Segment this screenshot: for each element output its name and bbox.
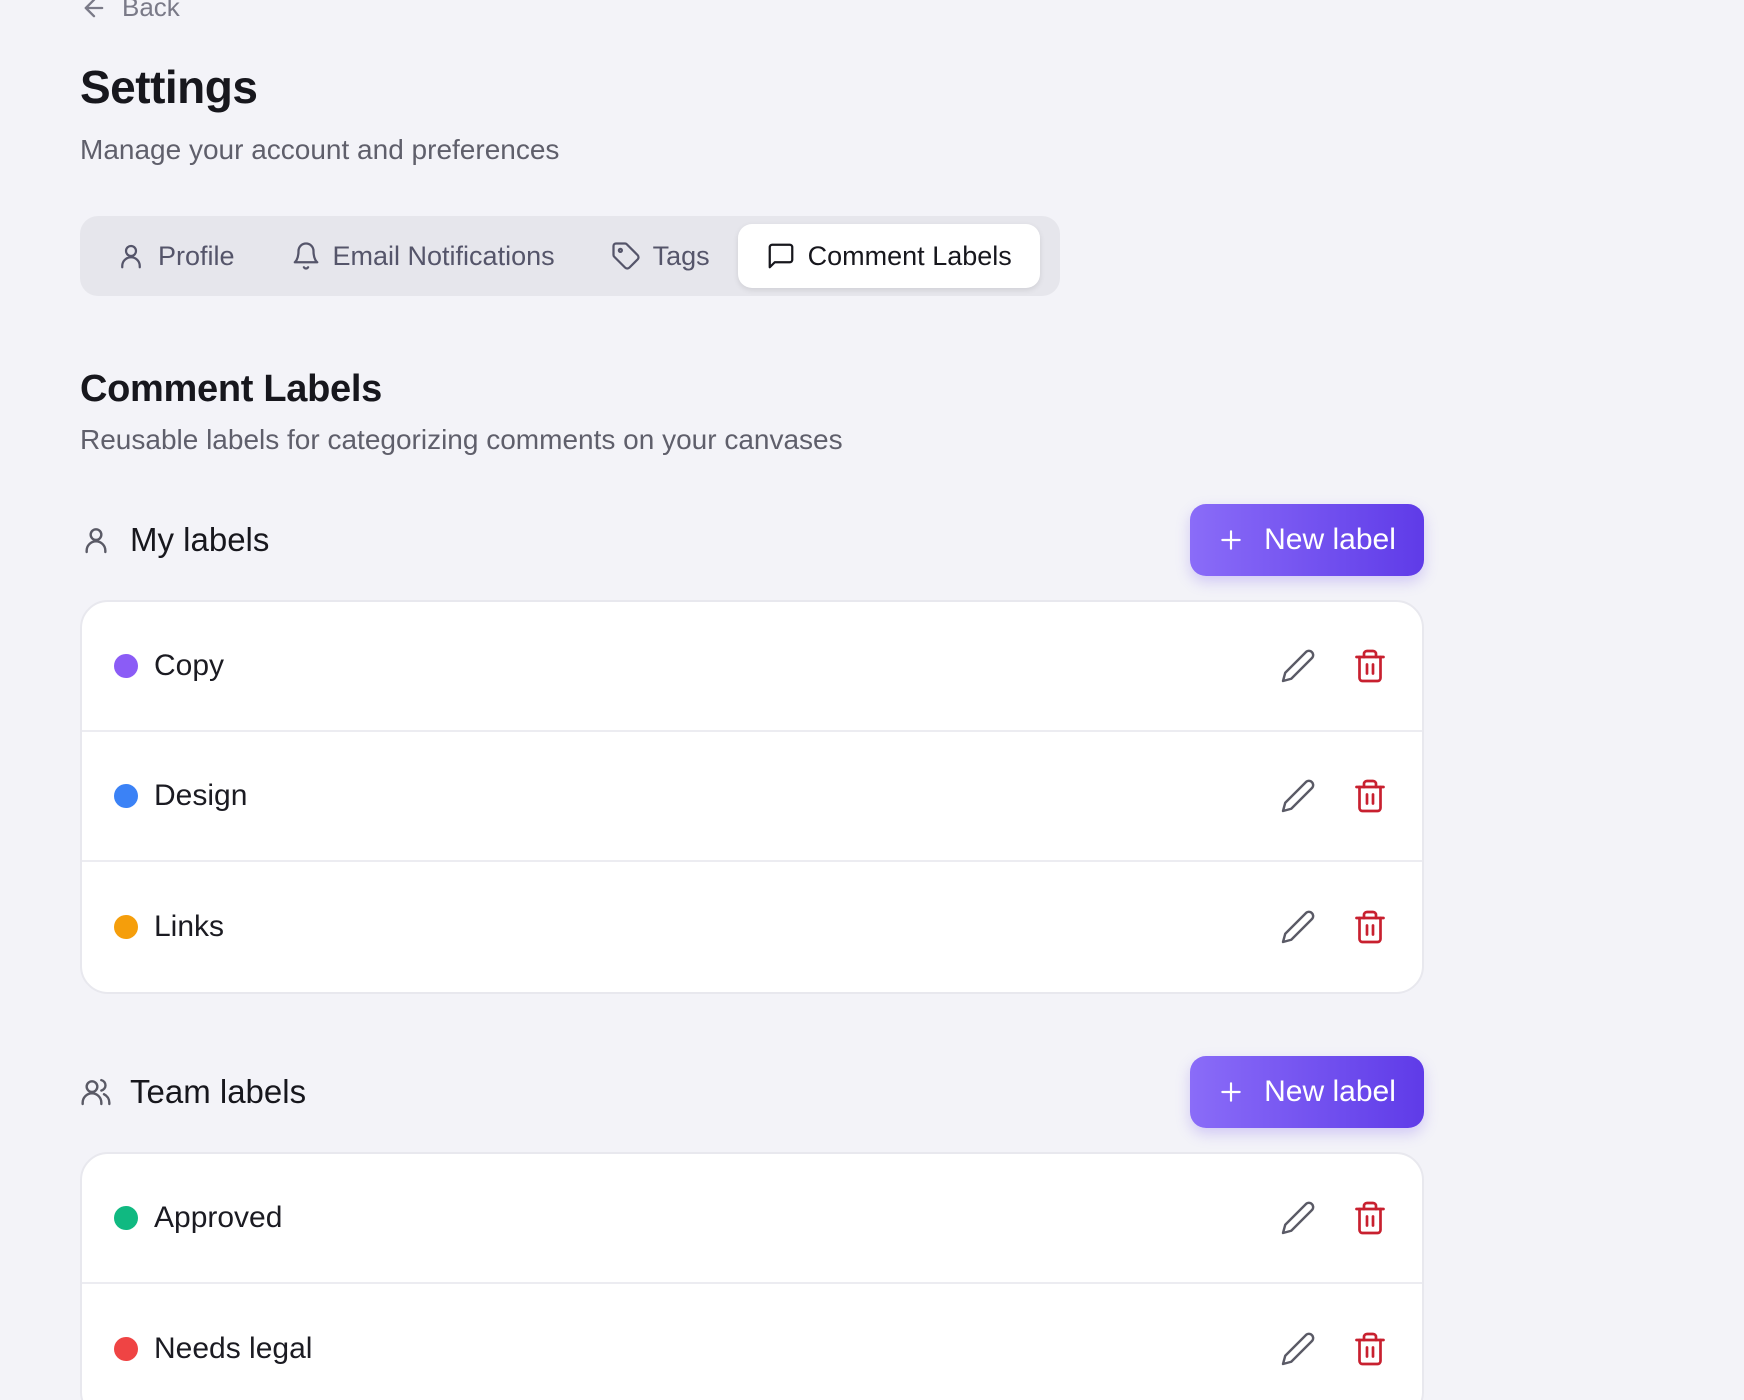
- new-button-label: New label: [1264, 1075, 1396, 1108]
- user-icon: [121, 244, 141, 269]
- group-title-text: Team labels: [130, 1073, 307, 1110]
- tab-label: Email Notifications: [332, 240, 555, 271]
- new-my-label-button[interactable]: New label: [1190, 504, 1424, 576]
- delete-label-button[interactable]: [1352, 909, 1388, 945]
- row-actions: [1280, 1200, 1388, 1236]
- team-labels-list: Approved Needs legal: [80, 1152, 1424, 1400]
- plus-icon: [1221, 530, 1241, 550]
- label-row: Approved: [82, 1154, 1422, 1284]
- label-row: Links: [82, 862, 1422, 992]
- pencil-icon: [1281, 1332, 1315, 1366]
- tab-email-notifications[interactable]: Email Notifications: [263, 224, 583, 288]
- trash-icon: [1355, 649, 1385, 683]
- trash-icon: [1355, 1332, 1385, 1366]
- my-labels-title: My labels: [80, 521, 269, 559]
- label-color-dot: [114, 654, 138, 678]
- settings-page: Back Settings Manage your account and pr…: [0, 0, 1744, 1400]
- user-icon: [85, 528, 107, 554]
- pencil-icon: [1281, 910, 1315, 944]
- label-name: Approved: [154, 1201, 283, 1234]
- row-actions: [1280, 778, 1388, 814]
- tab-profile[interactable]: Profile: [88, 224, 263, 288]
- label-color-dot: [114, 1337, 138, 1361]
- message-square-icon: [768, 243, 794, 269]
- bell-icon: [293, 242, 318, 270]
- delete-label-button[interactable]: [1352, 1200, 1388, 1236]
- team-labels-header: Team labels New label: [80, 1056, 1424, 1128]
- settings-tabs: Profile Email Notifications Tags Comment…: [80, 216, 1060, 296]
- trash-icon: [1355, 910, 1385, 944]
- my-labels-header: My labels New label: [80, 504, 1424, 576]
- label-row: Copy: [82, 602, 1422, 732]
- label-name: Links: [154, 910, 225, 943]
- tag-icon: [611, 242, 640, 270]
- edit-label-button[interactable]: [1280, 1200, 1316, 1236]
- row-actions: [1280, 648, 1388, 684]
- team-labels-title: Team labels: [80, 1073, 306, 1111]
- tab-label: Comment Labels: [807, 240, 1012, 271]
- users-icon: [81, 1078, 111, 1106]
- label-name: Design: [154, 779, 248, 812]
- label-color-dot: [114, 784, 138, 808]
- page-subtitle: Manage your account and preferences: [80, 134, 560, 165]
- label-color-dot: [114, 1206, 138, 1230]
- group-title-text: My labels: [130, 521, 270, 558]
- delete-label-button[interactable]: [1352, 648, 1388, 684]
- label-name: Needs legal: [154, 1332, 313, 1365]
- edit-label-button[interactable]: [1280, 909, 1316, 945]
- section-title: Comment Labels: [80, 368, 382, 410]
- label-row: Design: [82, 732, 1422, 862]
- pencil-icon: [1281, 779, 1315, 813]
- tab-label: Profile: [158, 240, 235, 271]
- edit-label-button[interactable]: [1280, 1331, 1316, 1367]
- trash-icon: [1355, 1201, 1385, 1235]
- pencil-icon: [1281, 649, 1315, 683]
- label-color-dot: [114, 915, 138, 939]
- delete-label-button[interactable]: [1352, 778, 1388, 814]
- new-team-label-button[interactable]: New label: [1190, 1056, 1424, 1128]
- tab-label: Tags: [652, 240, 710, 271]
- tab-comment-labels[interactable]: Comment Labels: [737, 224, 1040, 288]
- row-actions: [1280, 909, 1388, 945]
- tab-tags[interactable]: Tags: [583, 224, 738, 288]
- page-title: Settings: [80, 61, 258, 113]
- edit-label-button[interactable]: [1280, 778, 1316, 814]
- section-subtitle: Reusable labels for categorizing comment…: [80, 424, 843, 455]
- edit-label-button[interactable]: [1280, 648, 1316, 684]
- my-labels-list: Copy Design Links: [80, 600, 1424, 994]
- arrow-left-icon: [84, 0, 104, 17]
- back-link[interactable]: Back: [80, 0, 180, 23]
- trash-icon: [1355, 779, 1385, 813]
- row-actions: [1280, 1331, 1388, 1367]
- back-label: Back: [122, 0, 180, 22]
- label-name: Copy: [154, 649, 225, 682]
- plus-icon: [1221, 1082, 1241, 1102]
- pencil-icon: [1281, 1201, 1315, 1235]
- new-button-label: New label: [1264, 523, 1396, 556]
- label-row: Needs legal: [82, 1284, 1422, 1400]
- delete-label-button[interactable]: [1352, 1331, 1388, 1367]
